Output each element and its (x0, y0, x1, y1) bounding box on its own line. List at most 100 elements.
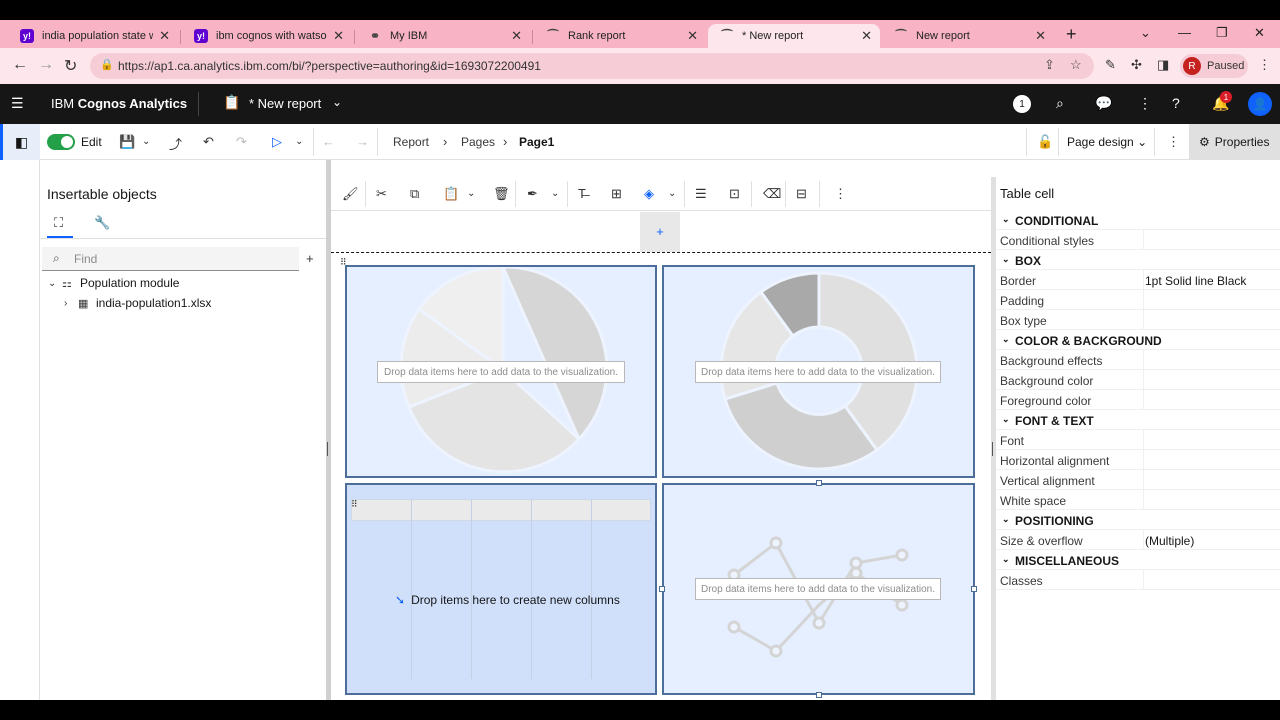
run-chevron-down-icon[interactable]: ⌄ (295, 136, 303, 147)
prop-background-color[interactable]: Background color (996, 370, 1280, 390)
tab-search-chevron-icon[interactable]: ⌄ (1140, 25, 1151, 41)
prop-background-effects[interactable]: Background effects (996, 350, 1280, 370)
text-format-icon[interactable]: T̶ (578, 186, 586, 201)
prop-classes[interactable]: Classes (996, 570, 1280, 590)
share-icon[interactable]: ⇪ (1044, 57, 1055, 73)
redo-icon[interactable]: ↷ (236, 134, 247, 150)
prop-vertical-alignment[interactable]: Vertical alignment (996, 470, 1280, 490)
properties-button[interactable]: ⚙ Properties (1189, 124, 1280, 160)
hamburger-menu-icon[interactable]: ☰ (11, 95, 24, 112)
breadcrumb-page1[interactable]: Page1 (519, 135, 554, 149)
restore-icon[interactable]: ❐ (1216, 25, 1228, 41)
chevron-right-icon[interactable]: › (64, 298, 78, 309)
page-design-dropdown[interactable]: Page design ⌄ (1067, 135, 1147, 149)
tree-item-file[interactable]: › ▦ india-population1.xlsx (64, 296, 211, 310)
insert-above-plus-button[interactable]: + (640, 212, 680, 252)
bookmark-star-icon[interactable]: ☆ (1070, 57, 1082, 73)
more-options-icon[interactable]: ⋮ (1167, 134, 1180, 150)
breadcrumb-report[interactable]: Report (393, 135, 429, 149)
nav-forward-icon[interactable]: → (356, 134, 369, 149)
window-close-icon[interactable]: ✕ (1254, 25, 1265, 41)
close-icon[interactable]: ✕ (861, 28, 872, 44)
vertical-align-icon[interactable]: ⊡ (729, 186, 740, 202)
help-icon[interactable]: ? (1172, 95, 1180, 111)
prop-white-space[interactable]: White space (996, 490, 1280, 510)
save-chevron-down-icon[interactable]: ⌄ (142, 136, 150, 147)
run-play-icon[interactable]: ▷ (272, 134, 282, 150)
prop-border[interactable]: Border 1pt Solid line Black (996, 270, 1280, 290)
search-icon[interactable]: ⌕ (1056, 95, 1064, 112)
breadcrumb-pages[interactable]: Pages (461, 135, 495, 149)
puzzle-extensions-icon[interactable]: ✣ (1131, 57, 1142, 73)
assistant-chat-icon[interactable]: 💬 (1095, 95, 1112, 112)
prop-foreground-color[interactable]: Foreground color (996, 390, 1280, 410)
undo-icon[interactable]: ↶ (203, 134, 214, 150)
table-placeholder[interactable]: ⠿ ➘ Drop items here to create new column… (345, 483, 657, 695)
address-bar[interactable]: 🔒 https://ap1.ca.analytics.ibm.com/bi/?p… (90, 53, 1094, 79)
drag-handle-icon[interactable]: ⠿ (351, 499, 358, 510)
user-avatar-icon[interactable]: 👤 (1248, 92, 1272, 116)
chevron-down-icon[interactable]: ⌄ (48, 278, 62, 289)
lock-icon[interactable]: 🔓 (1037, 134, 1053, 150)
delete-trash-icon[interactable]: 🗑 (493, 186, 510, 202)
new-tab-plus-icon[interactable]: + (1066, 24, 1077, 45)
close-icon[interactable]: ✕ (511, 28, 522, 44)
prop-box-type[interactable]: Box type (996, 310, 1280, 330)
horizontal-align-icon[interactable]: ☰ (695, 186, 707, 202)
donut-chart-placeholder[interactable]: Drop data items here to add data to the … (662, 265, 975, 478)
more-options-icon[interactable]: ⋮ (834, 186, 847, 202)
paste-chevron-down-icon[interactable]: ⌄ (467, 188, 475, 199)
nav-back-icon[interactable]: ← (322, 134, 335, 149)
section-positioning[interactable]: ⌄ POSITIONING (996, 510, 1280, 530)
cut-icon[interactable]: ✂ (376, 186, 387, 202)
site-info-icon[interactable]: 🔒 (100, 58, 114, 71)
tab-toolbox-wrench-icon[interactable]: 🔧 (94, 215, 110, 231)
format-painter-icon[interactable]: 🖌 (342, 186, 359, 202)
tree-item-module[interactable]: ⌄ ⚏ Population module (48, 276, 179, 290)
line-chart-placeholder[interactable]: Drop data items here to add data to the … (662, 483, 975, 695)
paste-icon[interactable]: 📋 (443, 186, 459, 202)
browser-menu-icon[interactable]: ⋮ (1258, 57, 1271, 73)
tab-source-tree-icon[interactable]: ⛶ (54, 215, 63, 231)
section-font-text[interactable]: ⌄ FONT & TEXT (996, 410, 1280, 430)
clear-formatting-eraser-icon[interactable]: ⌫ (763, 186, 781, 202)
section-conditional[interactable]: ⌄ CONDITIONAL (996, 210, 1280, 230)
reload-icon[interactable]: ↻ (64, 56, 77, 76)
profile-button[interactable]: R Paused (1180, 54, 1248, 78)
add-source-plus-icon[interactable]: + (306, 251, 314, 266)
prop-padding[interactable]: Padding (996, 290, 1280, 310)
style-chevron-down-icon[interactable]: ⌄ (551, 188, 559, 199)
close-icon[interactable]: ✕ (159, 28, 170, 44)
minimize-icon[interactable]: — (1178, 25, 1191, 40)
find-field[interactable]: ⌕ (42, 247, 299, 271)
prop-conditional-styles[interactable]: Conditional styles (996, 230, 1280, 250)
extension-icon[interactable]: ✎ (1105, 57, 1116, 73)
browser-tab-5-active[interactable]: ⁀ * New report ✕ (708, 24, 880, 48)
section-box[interactable]: ⌄ BOX (996, 250, 1280, 270)
share-icon[interactable]: ⤴ (169, 134, 182, 153)
forward-arrow-icon[interactable]: → (38, 56, 54, 74)
browser-tab-4[interactable]: ⁀ Rank report ✕ (534, 24, 706, 48)
back-arrow-icon[interactable]: ← (12, 56, 28, 74)
open-count-badge[interactable]: 1 (1013, 95, 1031, 113)
section-miscellaneous[interactable]: ⌄ MISCELLANEOUS (996, 550, 1280, 570)
chevron-down-icon[interactable]: ⌄ (332, 95, 342, 109)
close-icon[interactable]: ✕ (333, 28, 344, 44)
prop-font[interactable]: Font (996, 430, 1280, 450)
borders-grid-icon[interactable]: ⊞ (611, 186, 622, 202)
side-panel-toggle-icon[interactable]: ◧ (0, 124, 40, 160)
fill-color-bucket-icon[interactable]: ◈ (644, 186, 654, 202)
browser-tab-6[interactable]: ⁀ New report ✕ (882, 24, 1054, 48)
copy-icon[interactable]: ⧉ (410, 186, 419, 202)
section-color-background[interactable]: ⌄ COLOR & BACKGROUND (996, 330, 1280, 350)
pie-chart-placeholder[interactable]: Drop data items here to add data to the … (345, 265, 657, 478)
prop-horizontal-alignment[interactable]: Horizontal alignment (996, 450, 1280, 470)
prop-size-overflow[interactable]: Size & overflow (Multiple) (996, 530, 1280, 550)
browser-tab-3[interactable]: ⚭ My IBM ✕ (356, 24, 530, 48)
pick-style-eyedropper-icon[interactable]: ✒ (527, 186, 538, 202)
overflow-menu-icon[interactable]: ⋮ (1138, 95, 1152, 112)
fill-chevron-down-icon[interactable]: ⌄ (668, 188, 676, 199)
close-icon[interactable]: ✕ (687, 28, 698, 44)
close-icon[interactable]: ✕ (1035, 28, 1046, 44)
save-icon[interactable]: 💾 (119, 134, 135, 150)
